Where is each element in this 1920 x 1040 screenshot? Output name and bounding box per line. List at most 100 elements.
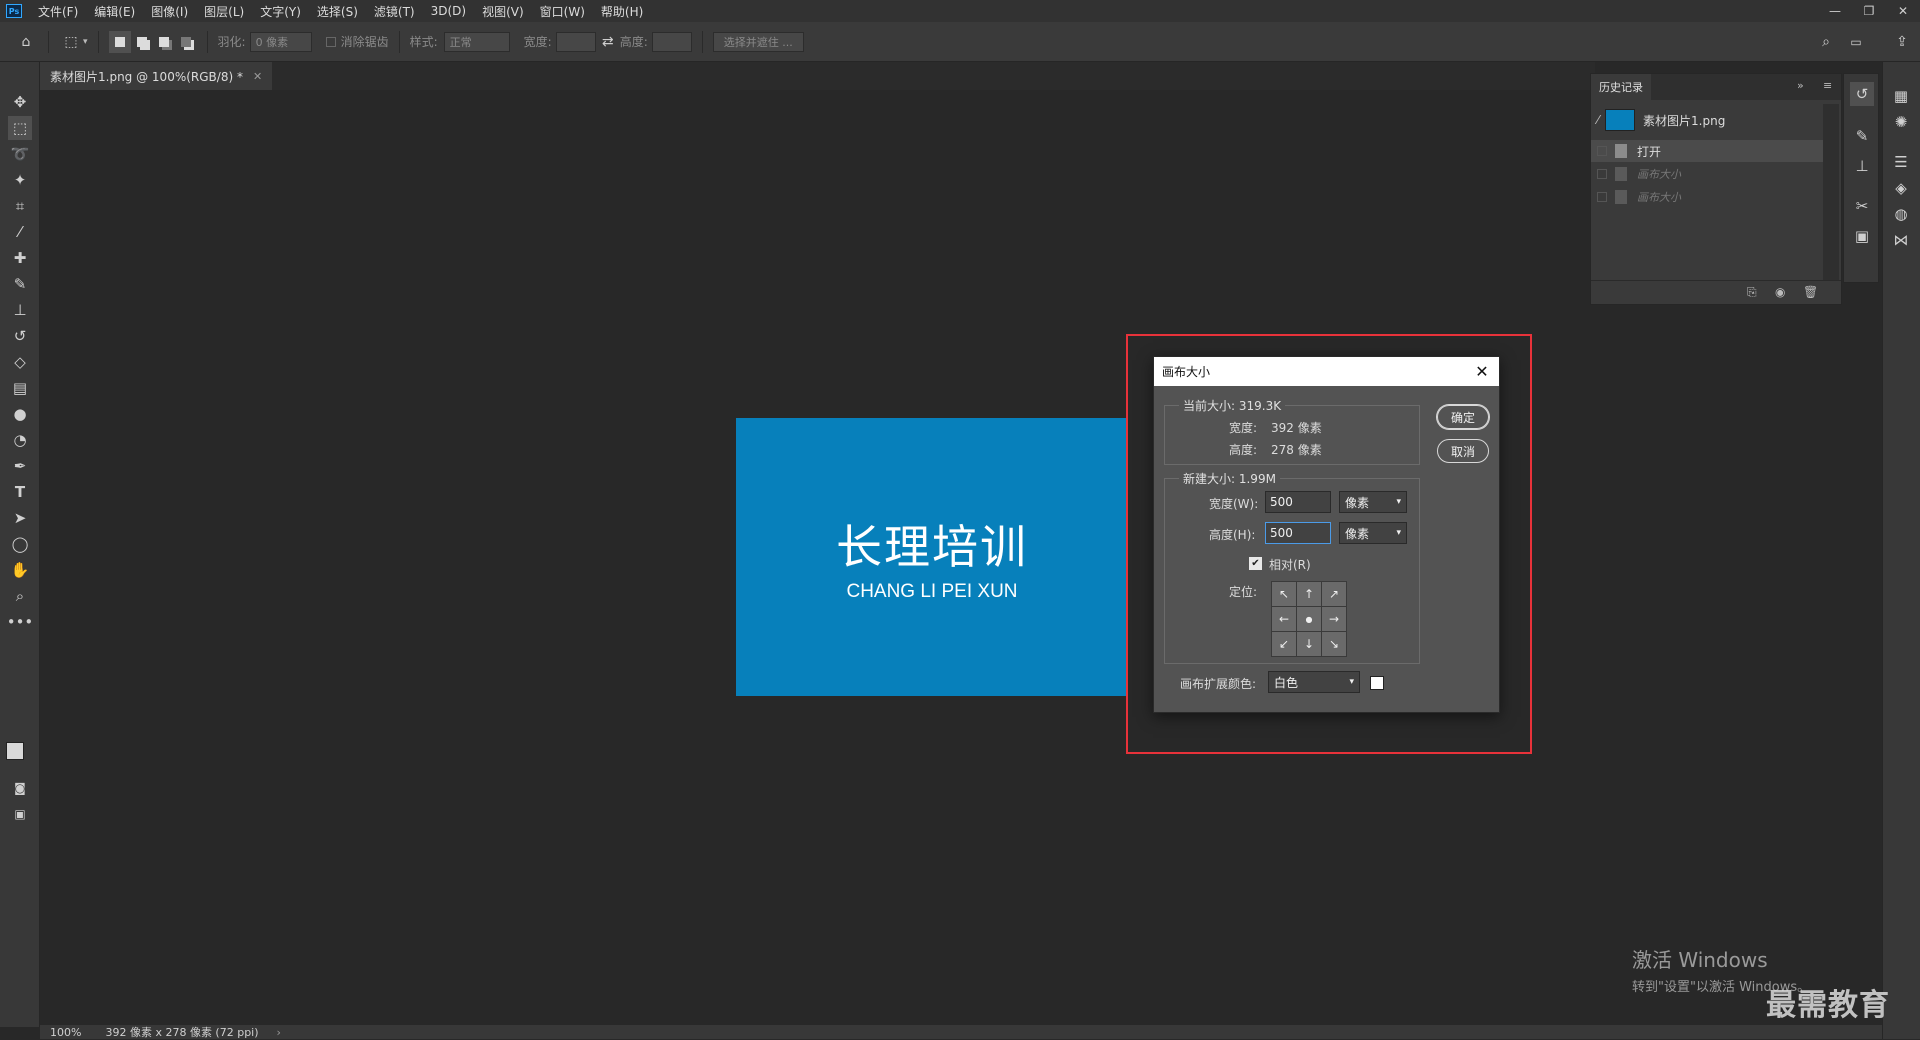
move-tool-icon[interactable]: ✥ [8, 90, 32, 114]
anchor-top[interactable]: ↑ [1297, 582, 1321, 606]
menu-select[interactable]: 选择(S) [309, 3, 366, 20]
notes-icon[interactable]: ▣ [1850, 224, 1874, 248]
document-tab[interactable]: 素材图片1.png @ 100%(RGB/8) * ✕ [40, 62, 273, 90]
home-icon[interactable]: ⌂ [14, 30, 38, 54]
new-width-unit-select[interactable]: 像素 ▾ [1339, 491, 1407, 513]
clone-source-icon[interactable]: ⊥ [1850, 154, 1874, 178]
history-source-checkbox[interactable] [1597, 169, 1607, 179]
healing-brush-tool-icon[interactable]: ✚ [8, 246, 32, 270]
antialias-checkbox[interactable] [325, 36, 336, 47]
history-tab[interactable]: 历史记录 [1591, 74, 1651, 100]
style-select[interactable]: 正常 [443, 31, 510, 52]
relative-checkbox[interactable]: ✔ [1249, 557, 1262, 570]
clone-stamp-tool-icon[interactable]: ⊥ [8, 298, 32, 322]
anchor-right[interactable]: → [1322, 607, 1346, 631]
workspace-icon[interactable]: ▭ [1844, 30, 1868, 54]
menu-window[interactable]: 窗口(W) [532, 3, 593, 20]
width-input[interactable] [555, 31, 596, 52]
gradient-tool-icon[interactable]: ▤ [8, 376, 32, 400]
anchor-bottom[interactable]: ↓ [1297, 632, 1321, 656]
history-step[interactable]: 画布大小 [1591, 163, 1823, 185]
channels-icon[interactable]: ◍ [1889, 202, 1913, 226]
menu-type[interactable]: 文字(Y) [252, 3, 309, 20]
intersect-selection-mode-icon[interactable] [175, 31, 197, 53]
height-input[interactable] [651, 31, 692, 52]
crop-tool-icon[interactable]: ⌗ [8, 194, 32, 218]
anchor-left[interactable]: ← [1272, 607, 1296, 631]
swatches-icon[interactable]: ▦ [1889, 84, 1913, 108]
screen-mode-icon[interactable]: ▣ [8, 802, 32, 826]
camera-icon[interactable]: ◉ [1775, 285, 1785, 299]
menu-filter[interactable]: 滤镜(T) [366, 3, 423, 20]
close-tab-icon[interactable]: ✕ [253, 70, 262, 83]
swap-icon[interactable]: ⇄ [596, 30, 620, 54]
dodge-tool-icon[interactable]: ◔ [8, 428, 32, 452]
chevron-down-icon[interactable]: ▾ [83, 37, 88, 47]
extension-color-swatch[interactable] [1370, 676, 1384, 690]
blur-tool-icon[interactable]: ● [8, 402, 32, 426]
menu-image[interactable]: 图像(I) [143, 3, 196, 20]
minimize-icon[interactable]: — [1818, 0, 1852, 22]
panel-menu-icon[interactable]: ≡ [1823, 79, 1832, 92]
restore-icon[interactable]: ❐ [1852, 0, 1886, 22]
history-snapshot[interactable]: ⁄ 素材图片1.png [1591, 106, 1823, 134]
cancel-button[interactable]: 取消 [1437, 439, 1489, 463]
new-height-input[interactable]: 500 [1265, 522, 1331, 544]
ellipse-tool-icon[interactable]: ◯ [8, 532, 32, 556]
marquee-preset-icon[interactable]: ⬚ [59, 30, 83, 54]
history-source-checkbox[interactable] [1597, 192, 1607, 202]
adjustments-icon[interactable]: ✺ [1889, 110, 1913, 134]
ok-button[interactable]: 确定 [1437, 405, 1489, 429]
anchor-center[interactable]: ● [1297, 607, 1321, 631]
lasso-tool-icon[interactable]: ➰ [8, 142, 32, 166]
eraser-tool-icon[interactable]: ◇ [8, 350, 32, 374]
chevron-right-icon[interactable]: › [277, 1026, 281, 1039]
paths-icon[interactable]: ⋈ [1889, 228, 1913, 252]
anchor-top-left[interactable]: ↖ [1272, 582, 1296, 606]
search-icon[interactable]: ⌕ [1814, 30, 1838, 54]
foreground-color-swatch[interactable] [6, 742, 24, 760]
eyedropper-tool-icon[interactable]: ⁄ [8, 220, 32, 244]
dialog-close-icon[interactable]: ✕ [1473, 362, 1491, 381]
add-selection-mode-icon[interactable] [131, 31, 153, 53]
history-step[interactable]: 打开 [1591, 140, 1823, 162]
path-selection-tool-icon[interactable]: ➤ [8, 506, 32, 530]
new-width-input[interactable]: 500 [1265, 491, 1331, 513]
menu-3d[interactable]: 3D(D) [423, 4, 474, 18]
menu-help[interactable]: 帮助(H) [593, 3, 651, 20]
history-panel-icon[interactable]: ↺ [1850, 82, 1874, 106]
pen-tool-icon[interactable]: ✒ [8, 454, 32, 478]
menu-layer[interactable]: 图层(L) [196, 3, 252, 20]
extension-color-select[interactable]: 白色 ▾ [1268, 671, 1360, 693]
menu-view[interactable]: 视图(V) [474, 3, 532, 20]
brush-tool-icon[interactable]: ✎ [8, 272, 32, 296]
menu-file[interactable]: 文件(F) [30, 3, 86, 20]
anchor-bottom-left[interactable]: ↙ [1272, 632, 1296, 656]
subtract-selection-mode-icon[interactable] [153, 31, 175, 53]
share-icon[interactable]: ⇪ [1890, 30, 1914, 54]
properties-icon[interactable]: ☰ [1889, 150, 1913, 174]
quick-mask-icon[interactable]: ◙ [8, 776, 32, 800]
history-brush-tool-icon[interactable]: ↺ [8, 324, 32, 348]
history-step[interactable]: 画布大小 [1591, 186, 1823, 208]
collapse-panel-icon[interactable]: » [1797, 79, 1804, 92]
menu-edit[interactable]: 编辑(E) [86, 3, 143, 20]
brush-settings-icon[interactable]: ✎ [1850, 124, 1874, 148]
more-tools-icon[interactable]: ••• [7, 610, 34, 634]
close-window-icon[interactable]: ✕ [1886, 0, 1920, 22]
history-source-checkbox[interactable] [1597, 146, 1607, 156]
marquee-tool-icon[interactable]: ⬚ [8, 116, 32, 140]
new-height-unit-select[interactable]: 像素 ▾ [1339, 522, 1407, 544]
trash-icon[interactable]: 🗑 [1803, 285, 1818, 299]
magic-wand-tool-icon[interactable]: ✦ [8, 168, 32, 192]
zoom-tool-icon[interactable]: ⌕ [8, 584, 32, 608]
anchor-top-right[interactable]: ↗ [1322, 582, 1346, 606]
layers-icon[interactable]: ◈ [1889, 176, 1913, 200]
feather-input[interactable]: 0 像素 [249, 31, 312, 52]
zoom-level[interactable]: 100% [50, 1026, 81, 1039]
select-and-mask-button[interactable]: 选择并遮住 ... [712, 31, 804, 52]
history-scrollbar[interactable] [1823, 104, 1839, 280]
anchor-bottom-right[interactable]: ↘ [1322, 632, 1346, 656]
hand-tool-icon[interactable]: ✋ [8, 558, 32, 582]
type-tool-icon[interactable]: T [8, 480, 32, 504]
